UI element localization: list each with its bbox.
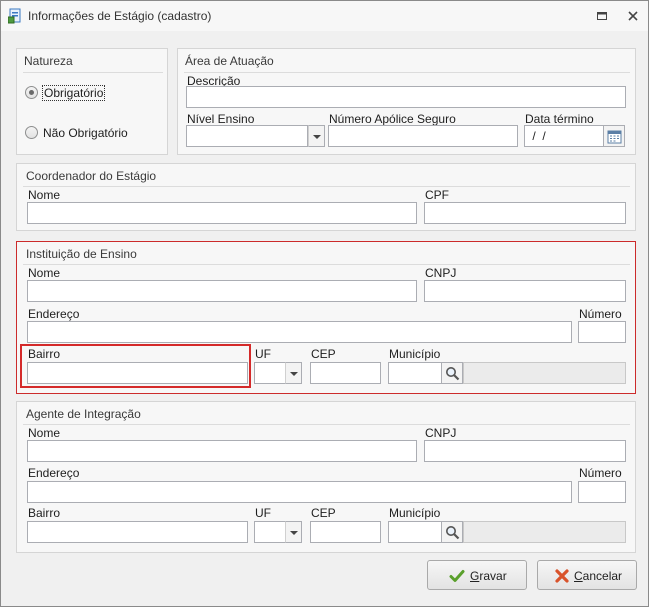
radio-nao-obrigatorio[interactable] bbox=[25, 126, 38, 139]
coord-nome-input[interactable] bbox=[27, 202, 417, 224]
agente-nome-label: Nome bbox=[28, 426, 61, 440]
chevron-down-icon bbox=[290, 372, 298, 376]
inst-uf-dropdown[interactable] bbox=[285, 362, 302, 384]
coord-nome-label: Nome bbox=[28, 188, 61, 202]
natureza-group: Natureza Obrigatório Não Obrigatório bbox=[16, 48, 168, 155]
nivel-ensino-label: Nível Ensino bbox=[187, 112, 255, 126]
agente-numero-input[interactable] bbox=[578, 481, 626, 503]
gravar-button[interactable]: Gravar bbox=[427, 560, 527, 590]
data-termino-label: Data término bbox=[525, 112, 594, 126]
area-atuacao-group: Área de Atuação Descrição Nível Ensino N… bbox=[177, 48, 636, 155]
inst-endereco-input[interactable] bbox=[27, 321, 572, 343]
agente-uf-label: UF bbox=[255, 506, 271, 520]
agente-municipio-search-button[interactable] bbox=[441, 521, 463, 543]
apolice-label: Número Apólice Seguro bbox=[329, 112, 456, 126]
bairro-highlight-box bbox=[20, 344, 251, 388]
inst-nome-label: Nome bbox=[28, 266, 61, 280]
dialog-window: Informações de Estágio (cadastro) Nature… bbox=[0, 0, 649, 607]
nivel-ensino-dropdown[interactable] bbox=[308, 125, 325, 147]
coordenador-title: Coordenador do Estágio bbox=[26, 169, 157, 183]
window-title: Informações de Estágio (cadastro) bbox=[28, 9, 212, 23]
agente-endereco-input[interactable] bbox=[27, 481, 572, 503]
inst-nome-input[interactable] bbox=[27, 280, 417, 302]
check-icon bbox=[449, 570, 465, 582]
restore-icon[interactable] bbox=[595, 9, 609, 23]
agente-municipio-name-input bbox=[463, 521, 626, 543]
coord-cpf-input[interactable] bbox=[424, 202, 626, 224]
inst-cep-label: CEP bbox=[311, 347, 336, 361]
instituicao-title: Instituição de Ensino bbox=[26, 247, 137, 261]
cancelar-mnemonic: C bbox=[574, 569, 583, 583]
cancelar-label: ancelar bbox=[582, 569, 623, 583]
inst-municipio-label: Município bbox=[389, 347, 441, 361]
title-bar: Informações de Estágio (cadastro) bbox=[1, 1, 648, 31]
descricao-input[interactable] bbox=[186, 86, 626, 108]
calendar-icon bbox=[607, 130, 622, 144]
inst-uf-select[interactable] bbox=[254, 362, 286, 384]
agente-cnpj-label: CNPJ bbox=[425, 426, 457, 440]
nivel-ensino-select[interactable] bbox=[186, 125, 308, 147]
radio-obrigatorio-label: Obrigatório bbox=[44, 86, 104, 100]
search-icon bbox=[446, 526, 460, 540]
agente-uf-select[interactable] bbox=[254, 521, 286, 543]
agente-bairro-input[interactable] bbox=[27, 521, 248, 543]
inst-municipio-code-input[interactable] bbox=[388, 362, 442, 384]
agente-uf-dropdown[interactable] bbox=[285, 521, 302, 543]
agente-municipio-label: Município bbox=[389, 506, 441, 520]
inst-endereco-label: Endereço bbox=[28, 307, 80, 321]
radio-nao-obrigatorio-label: Não Obrigatório bbox=[43, 126, 128, 140]
calendar-button[interactable] bbox=[603, 125, 625, 147]
agente-title: Agente de Integração bbox=[26, 407, 141, 421]
inst-cnpj-input[interactable] bbox=[424, 280, 626, 302]
agente-cep-input[interactable] bbox=[310, 521, 381, 543]
radio-obrigatorio[interactable] bbox=[25, 86, 38, 99]
x-icon bbox=[555, 569, 569, 583]
data-termino-input[interactable] bbox=[524, 125, 604, 147]
search-icon bbox=[446, 367, 460, 381]
agente-numero-label: Número bbox=[579, 466, 622, 480]
area-atuacao-title: Área de Atuação bbox=[185, 54, 274, 68]
agente-nome-input[interactable] bbox=[27, 440, 417, 462]
inst-cep-input[interactable] bbox=[310, 362, 381, 384]
coordenador-group: Coordenador do Estágio Nome CPF bbox=[16, 163, 636, 231]
agente-bairro-label: Bairro bbox=[28, 506, 61, 520]
natureza-title: Natureza bbox=[24, 54, 73, 68]
agente-endereco-label: Endereço bbox=[28, 466, 80, 480]
inst-numero-input[interactable] bbox=[578, 321, 626, 343]
inst-numero-label: Número bbox=[579, 307, 622, 321]
app-icon bbox=[8, 8, 21, 24]
agente-cep-label: CEP bbox=[311, 506, 336, 520]
chevron-down-icon bbox=[313, 135, 321, 139]
inst-cnpj-label: CNPJ bbox=[425, 266, 457, 280]
gravar-mnemonic: G bbox=[470, 569, 480, 583]
close-icon[interactable] bbox=[626, 9, 640, 23]
inst-uf-label: UF bbox=[255, 347, 271, 361]
agente-group: Agente de Integração Nome CNPJ Endereço … bbox=[16, 401, 636, 553]
inst-municipio-name-input bbox=[463, 362, 626, 384]
coord-cpf-label: CPF bbox=[425, 188, 449, 202]
agente-municipio-code-input[interactable] bbox=[388, 521, 442, 543]
inst-municipio-search-button[interactable] bbox=[441, 362, 463, 384]
chevron-down-icon bbox=[290, 531, 298, 535]
cancelar-button[interactable]: Cancelar bbox=[537, 560, 637, 590]
gravar-label: ravar bbox=[479, 569, 507, 583]
apolice-input[interactable] bbox=[328, 125, 518, 147]
agente-cnpj-input[interactable] bbox=[424, 440, 626, 462]
